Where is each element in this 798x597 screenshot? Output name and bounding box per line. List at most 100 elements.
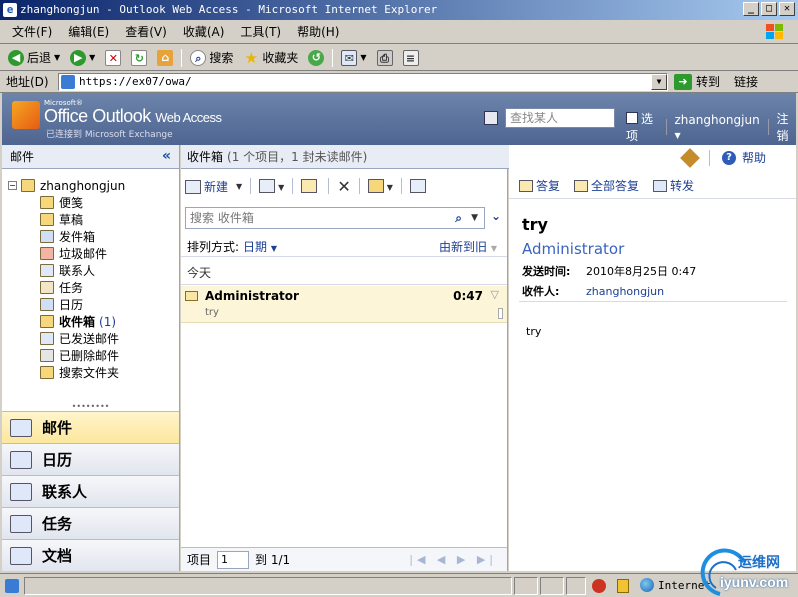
expand-search-icon[interactable]: ⌄	[491, 209, 501, 223]
address-book-icon[interactable]	[484, 111, 498, 125]
menu-file[interactable]: 文件(F)	[4, 23, 60, 40]
forward-button[interactable]: ▶ ▼	[66, 47, 99, 69]
page-number-input[interactable]: 1	[217, 550, 250, 569]
menu-edit[interactable]: 编辑(E)	[60, 23, 117, 40]
search-button[interactable]: ⌕ 搜索	[186, 47, 237, 69]
new-button[interactable]: 新建	[185, 178, 228, 195]
filter-button[interactable]	[409, 179, 429, 193]
globe-icon	[640, 578, 654, 592]
folder-item[interactable]: 已发送邮件	[8, 330, 179, 347]
refresh-button[interactable]: ↻	[127, 47, 151, 69]
options-icon	[626, 112, 638, 124]
user-menu[interactable]: zhanghongjun ▼	[674, 113, 759, 141]
module-button[interactable]: 联系人	[2, 475, 179, 507]
flag-icon[interactable]: ▽	[491, 288, 499, 301]
sort-by-dropdown[interactable]: 日期 ▼	[243, 238, 277, 255]
sort-order-button[interactable]: 由新到旧 ▼	[439, 238, 497, 255]
print-button[interactable]: ⎙	[373, 47, 397, 69]
search-icon[interactable]: ⌕	[455, 208, 462, 228]
divider	[250, 178, 252, 194]
category-icon[interactable]	[498, 308, 503, 319]
reply-all-button[interactable]: 全部答复	[574, 177, 639, 194]
module-button[interactable]: 文档	[2, 539, 179, 571]
tools-icon[interactable]	[680, 147, 700, 168]
folder-item[interactable]: 草稿	[8, 211, 179, 228]
reading-toolbar: 答复 全部答复 转发	[509, 173, 796, 199]
close-button[interactable]: ✕	[779, 2, 795, 16]
message-from[interactable]: Administrator	[522, 240, 624, 258]
favorites-label: 收藏夹	[262, 51, 299, 65]
menu-help[interactable]: 帮助(H)	[289, 23, 347, 40]
address-input[interactable]: https://ex07/owa/ ▼	[58, 72, 668, 91]
owa-header: Microsoft® Office Outlook Web Access 已连接…	[2, 93, 796, 145]
connected-status: 已连接到 Microsoft Exchange	[46, 130, 173, 140]
links-button[interactable]: 链接	[734, 73, 758, 90]
privacy-icon[interactable]	[592, 579, 606, 593]
address-dropdown[interactable]: ▼	[651, 73, 667, 90]
chevron-down-icon[interactable]: ▼	[471, 208, 478, 228]
folder-item[interactable]: 收件箱 (1)	[8, 313, 179, 330]
folder-item[interactable]: 垃圾邮件	[8, 245, 179, 262]
history-button[interactable]: ↺	[304, 47, 328, 69]
module-button[interactable]: 邮件	[2, 411, 179, 443]
status-text-cell	[24, 577, 512, 595]
move-button[interactable]: ▼	[367, 179, 393, 193]
forward-button[interactable]: 转发	[653, 177, 694, 194]
folder-icon	[40, 247, 54, 260]
new-dropdown[interactable]: ▼	[236, 182, 242, 191]
module-button[interactable]: 日历	[2, 443, 179, 475]
logoff-link[interactable]: 注销	[777, 110, 797, 144]
unread-count: (1)	[99, 314, 117, 329]
folder-icon	[40, 366, 54, 379]
stop-button[interactable]: ✕	[101, 47, 125, 69]
reply-icon	[519, 180, 533, 192]
folder-item[interactable]: 任务	[8, 279, 179, 296]
window-title-bar[interactable]: e zhanghongjun - Outlook Web Access - Mi…	[0, 0, 798, 20]
nav-header: 邮件 «	[2, 145, 179, 169]
new-message-icon	[185, 179, 201, 194]
inbox-search-input[interactable]: 搜索 收件箱 ⌕ ▼	[185, 207, 485, 229]
find-someone-input[interactable]: 查找某人	[505, 108, 615, 128]
minimize-button[interactable]: _	[743, 2, 759, 16]
back-button[interactable]: ◀ 后退 ▼	[4, 47, 64, 69]
delete-button[interactable]: ✕	[337, 177, 350, 196]
folder-item[interactable]: 发件箱	[8, 228, 179, 245]
menu-favorites[interactable]: 收藏(A)	[175, 23, 233, 40]
help-link[interactable]: 帮助	[742, 149, 766, 166]
collapse-icon[interactable]: «	[162, 148, 171, 164]
menu-tools[interactable]: 工具(T)	[232, 23, 289, 40]
mailbox-root[interactable]: − zhanghongjun	[8, 177, 179, 194]
tree-toggle-icon[interactable]: −	[8, 181, 17, 190]
lock-icon[interactable]	[617, 579, 629, 593]
go-button[interactable]: ➜ 转到	[674, 73, 720, 90]
view-button[interactable]: ▼	[259, 179, 284, 193]
view-icon	[259, 179, 276, 193]
module-icon	[10, 514, 32, 533]
home-button[interactable]: ⌂	[153, 47, 177, 69]
folder-label: 联系人	[59, 264, 96, 278]
folder-label: 便笺	[59, 196, 84, 210]
edit-button[interactable]: ≡	[399, 47, 423, 69]
menu-view[interactable]: 查看(V)	[117, 23, 175, 40]
check-messages-button[interactable]	[301, 179, 320, 193]
message-row[interactable]: Administrator 0:47 ▽ try	[181, 286, 507, 323]
folder-item[interactable]: 已删除邮件	[8, 347, 179, 364]
pager-nav-icons[interactable]: |◀ ◀ ▶ ▶|	[409, 553, 497, 566]
mail-button[interactable]: ✉ ▼	[337, 47, 370, 69]
maximize-button[interactable]: □	[761, 2, 777, 16]
options-link[interactable]: 选项	[626, 110, 658, 144]
module-button[interactable]: 任务	[2, 507, 179, 539]
print-icon: ⎙	[376, 49, 393, 66]
folder-item[interactable]: 联系人	[8, 262, 179, 279]
forward-arrow-icon: ▶	[70, 49, 87, 66]
windows-logo-icon	[766, 24, 783, 39]
folder-icon	[40, 332, 54, 345]
folder-item[interactable]: 便笺	[8, 194, 179, 211]
navigation-pane: 邮件 « − zhanghongjun 便笺 草稿 发件箱 垃圾邮件 联系人 任务 日历 收件…	[2, 145, 180, 571]
favorites-button[interactable]: ★ 收藏夹	[239, 47, 302, 69]
folder-item[interactable]: 搜索文件夹	[8, 364, 179, 381]
recipient-link[interactable]: zhanghongjun	[586, 285, 664, 298]
reply-button[interactable]: 答复	[519, 177, 560, 194]
folder-icon	[40, 349, 54, 362]
folder-item[interactable]: 日历	[8, 296, 179, 313]
